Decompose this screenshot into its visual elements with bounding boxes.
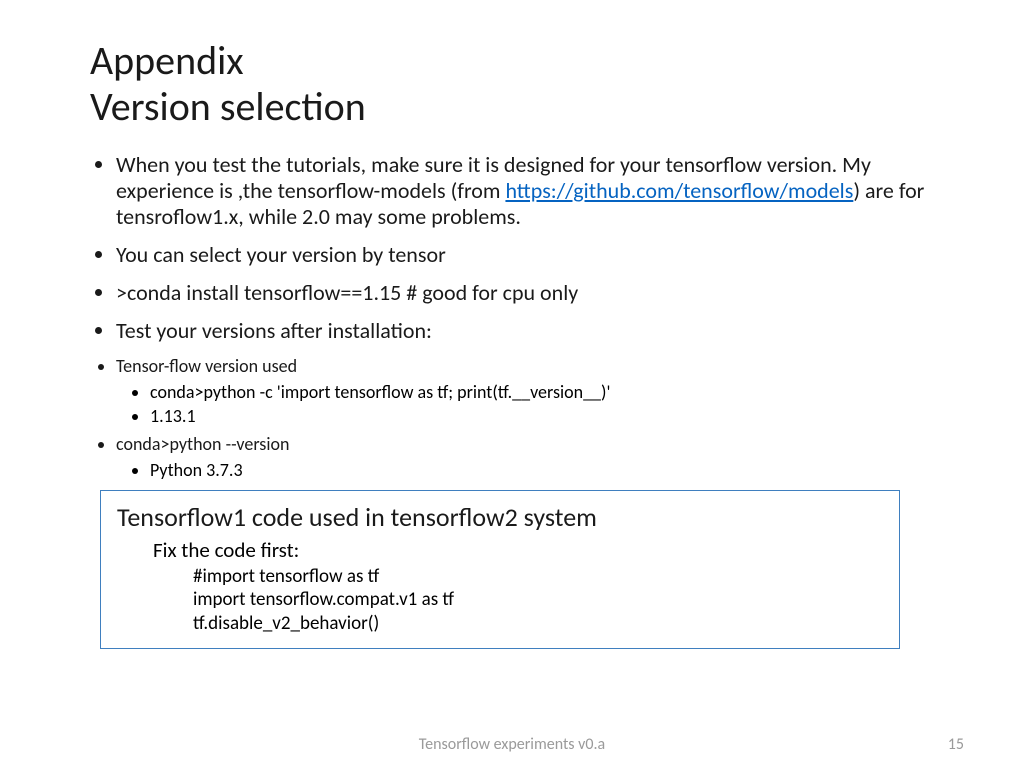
bullet-1: When you test the tutorials, make sure i…: [116, 152, 954, 230]
bullet-6: conda>python --version: [116, 434, 954, 455]
models-link[interactable]: https://github.com/tensorflow/models: [505, 177, 853, 204]
bullet-6-sublist: Python 3.7.3: [116, 459, 954, 482]
bullet-5-sub2: 1.13.1: [150, 405, 954, 428]
callout-box: Tensorflow1 code used in tensorflow2 sys…: [100, 490, 900, 649]
bullet-5: Tensor-flow version used: [116, 356, 954, 377]
box-code-1: #import tensorflow as tf: [193, 565, 883, 589]
bullet-2: You can select your version by tensor: [116, 242, 954, 268]
box-code-2: import tensorflow.compat.v1 as tf: [193, 588, 883, 612]
bullet-5-sub1: conda>python -c 'import tensorflow as tf…: [150, 381, 954, 404]
body-list: When you test the tutorials, make sure i…: [90, 152, 954, 482]
footer-text: Tensorflow experiments v0.a: [0, 735, 1024, 754]
bullet-5-sublist: conda>python -c 'import tensorflow as tf…: [116, 381, 954, 428]
page-number: 15: [948, 735, 964, 754]
box-subtitle: Fix the code first:: [153, 537, 883, 563]
slide-title: Appendix Version selection: [90, 38, 954, 130]
box-code-3: tf.disable_v2_behavior(): [193, 612, 883, 636]
bullet-4: Test your versions after installation:: [116, 318, 954, 344]
box-title: Tensorflow1 code used in tensorflow2 sys…: [117, 501, 883, 533]
slide: Appendix Version selection When you test…: [0, 0, 1024, 768]
bullet-3: >conda install tensorflow==1.15 # good f…: [116, 280, 954, 306]
title-line-2: Version selection: [90, 84, 954, 130]
title-line-1: Appendix: [90, 38, 954, 84]
bullet-6-sub1: Python 3.7.3: [150, 459, 954, 482]
